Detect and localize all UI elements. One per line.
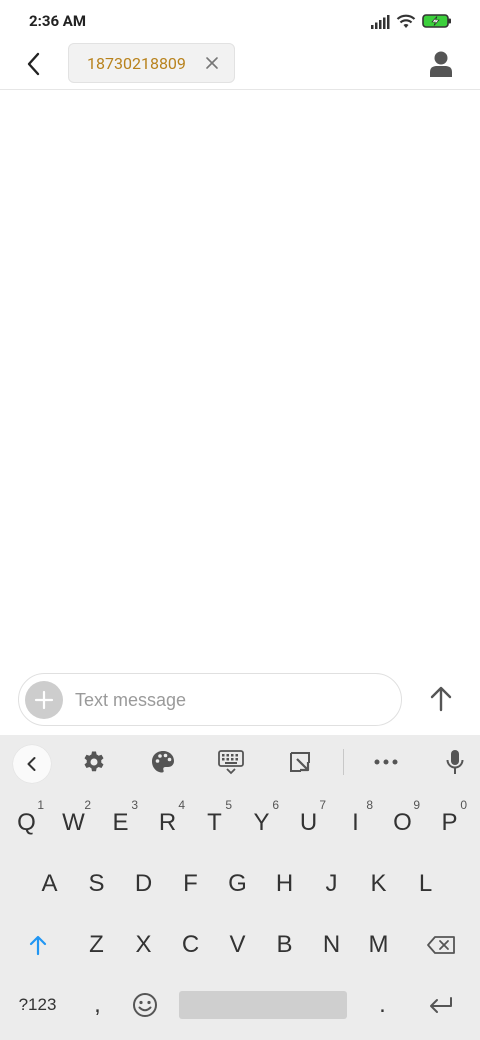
resize-icon bbox=[290, 752, 310, 772]
back-button[interactable] bbox=[20, 50, 48, 78]
plus-icon bbox=[34, 690, 54, 710]
signal-icon bbox=[370, 14, 390, 33]
key-n[interactable]: N bbox=[308, 917, 355, 973]
key-label: Y bbox=[253, 809, 270, 836]
key-hint: 4 bbox=[178, 798, 185, 812]
key-c[interactable]: C bbox=[167, 917, 214, 973]
keyboard: Q1W2E3R4T5Y6U7I8O9P0 ASDFGHJKL ZXCVBNM ?… bbox=[0, 735, 480, 1040]
key-d[interactable]: D bbox=[120, 856, 167, 912]
key-label: Q bbox=[17, 809, 36, 836]
keyboard-toolbar bbox=[0, 735, 480, 789]
key-a[interactable]: A bbox=[26, 856, 73, 912]
key-v[interactable]: V bbox=[214, 917, 261, 973]
more-options-button[interactable] bbox=[372, 748, 400, 776]
shift-key[interactable] bbox=[14, 917, 61, 973]
battery-charging-icon bbox=[422, 13, 452, 33]
enter-key[interactable] bbox=[417, 977, 464, 1033]
compose-field bbox=[18, 673, 402, 726]
keyboard-settings-button[interactable] bbox=[80, 748, 108, 776]
key-hint: 5 bbox=[225, 798, 232, 812]
period-key[interactable]: . bbox=[359, 977, 406, 1033]
key-hint: 0 bbox=[460, 798, 467, 812]
remove-recipient-button[interactable] bbox=[204, 55, 220, 71]
keyboard-icon bbox=[218, 750, 244, 775]
back-arrow-icon bbox=[27, 52, 40, 76]
conversation-header: 18730218809 bbox=[0, 42, 480, 90]
key-e[interactable]: E3 bbox=[97, 795, 144, 851]
key-j[interactable]: J bbox=[308, 856, 355, 912]
key-t[interactable]: T5 bbox=[191, 795, 238, 851]
key-x[interactable]: X bbox=[120, 917, 167, 973]
key-m[interactable]: M bbox=[355, 917, 402, 973]
smiley-icon bbox=[132, 993, 157, 1017]
key-q[interactable]: Q1 bbox=[3, 795, 50, 851]
send-button[interactable] bbox=[426, 684, 456, 714]
chevron-left-icon bbox=[27, 757, 36, 771]
voice-input-button[interactable] bbox=[441, 748, 469, 776]
key-label: T bbox=[207, 809, 222, 836]
key-hint: 3 bbox=[131, 798, 138, 812]
backspace-key[interactable] bbox=[417, 917, 464, 973]
comma-key[interactable]: , bbox=[74, 977, 121, 1033]
gear-icon bbox=[84, 751, 104, 772]
key-w[interactable]: W2 bbox=[50, 795, 97, 851]
key-label: P bbox=[441, 809, 458, 836]
key-i[interactable]: I8 bbox=[332, 795, 379, 851]
contact-icon bbox=[430, 51, 452, 77]
keyboard-mode-button[interactable] bbox=[217, 748, 245, 776]
message-input[interactable] bbox=[75, 686, 385, 714]
wifi-icon bbox=[396, 13, 416, 33]
key-label: O bbox=[393, 809, 412, 836]
key-hint: 8 bbox=[366, 798, 373, 812]
key-l[interactable]: L bbox=[402, 856, 449, 912]
send-arrow-icon bbox=[430, 686, 452, 712]
key-hint: 7 bbox=[319, 798, 326, 812]
key-y[interactable]: Y6 bbox=[238, 795, 285, 851]
collapse-toolbar-button[interactable] bbox=[13, 745, 51, 783]
key-r[interactable]: R4 bbox=[144, 795, 191, 851]
key-h[interactable]: H bbox=[261, 856, 308, 912]
key-u[interactable]: U7 bbox=[285, 795, 332, 851]
key-hint: 1 bbox=[37, 798, 44, 812]
key-f[interactable]: F bbox=[167, 856, 214, 912]
emoji-key[interactable] bbox=[121, 977, 168, 1033]
attach-button[interactable] bbox=[25, 681, 63, 719]
status-icons bbox=[370, 13, 452, 33]
palette-icon bbox=[152, 751, 174, 773]
key-z[interactable]: Z bbox=[73, 917, 120, 973]
key-hint: 9 bbox=[413, 798, 420, 812]
more-icon bbox=[374, 759, 398, 765]
message-thread bbox=[0, 91, 480, 661]
resize-keyboard-button[interactable] bbox=[286, 748, 314, 776]
close-icon bbox=[206, 57, 218, 69]
shift-arrow-icon bbox=[29, 935, 46, 956]
key-g[interactable]: G bbox=[214, 856, 261, 912]
key-o[interactable]: O9 bbox=[379, 795, 426, 851]
key-hint: 2 bbox=[84, 798, 91, 812]
enter-icon bbox=[429, 997, 452, 1013]
mic-icon bbox=[446, 750, 464, 774]
space-key[interactable] bbox=[179, 991, 347, 1019]
status-bar: 2:36 AM bbox=[0, 0, 480, 42]
symbols-key[interactable]: ?123 bbox=[14, 977, 61, 1033]
recipient-chip[interactable]: 18730218809 bbox=[68, 43, 235, 83]
key-label: R bbox=[158, 809, 177, 836]
backspace-icon bbox=[426, 936, 455, 954]
key-k[interactable]: K bbox=[355, 856, 402, 912]
add-contact-button[interactable] bbox=[428, 50, 454, 78]
recipient-number: 18730218809 bbox=[87, 54, 186, 73]
key-label: W bbox=[62, 809, 85, 836]
key-label: I bbox=[352, 809, 359, 836]
key-label: E bbox=[112, 809, 129, 836]
key-hint: 6 bbox=[272, 798, 279, 812]
key-p[interactable]: P0 bbox=[426, 795, 473, 851]
key-label: U bbox=[299, 809, 318, 836]
key-s[interactable]: S bbox=[73, 856, 120, 912]
status-time: 2:36 AM bbox=[29, 12, 86, 30]
theme-button[interactable] bbox=[149, 748, 177, 776]
toolbar-divider bbox=[343, 749, 344, 775]
key-b[interactable]: B bbox=[261, 917, 308, 973]
